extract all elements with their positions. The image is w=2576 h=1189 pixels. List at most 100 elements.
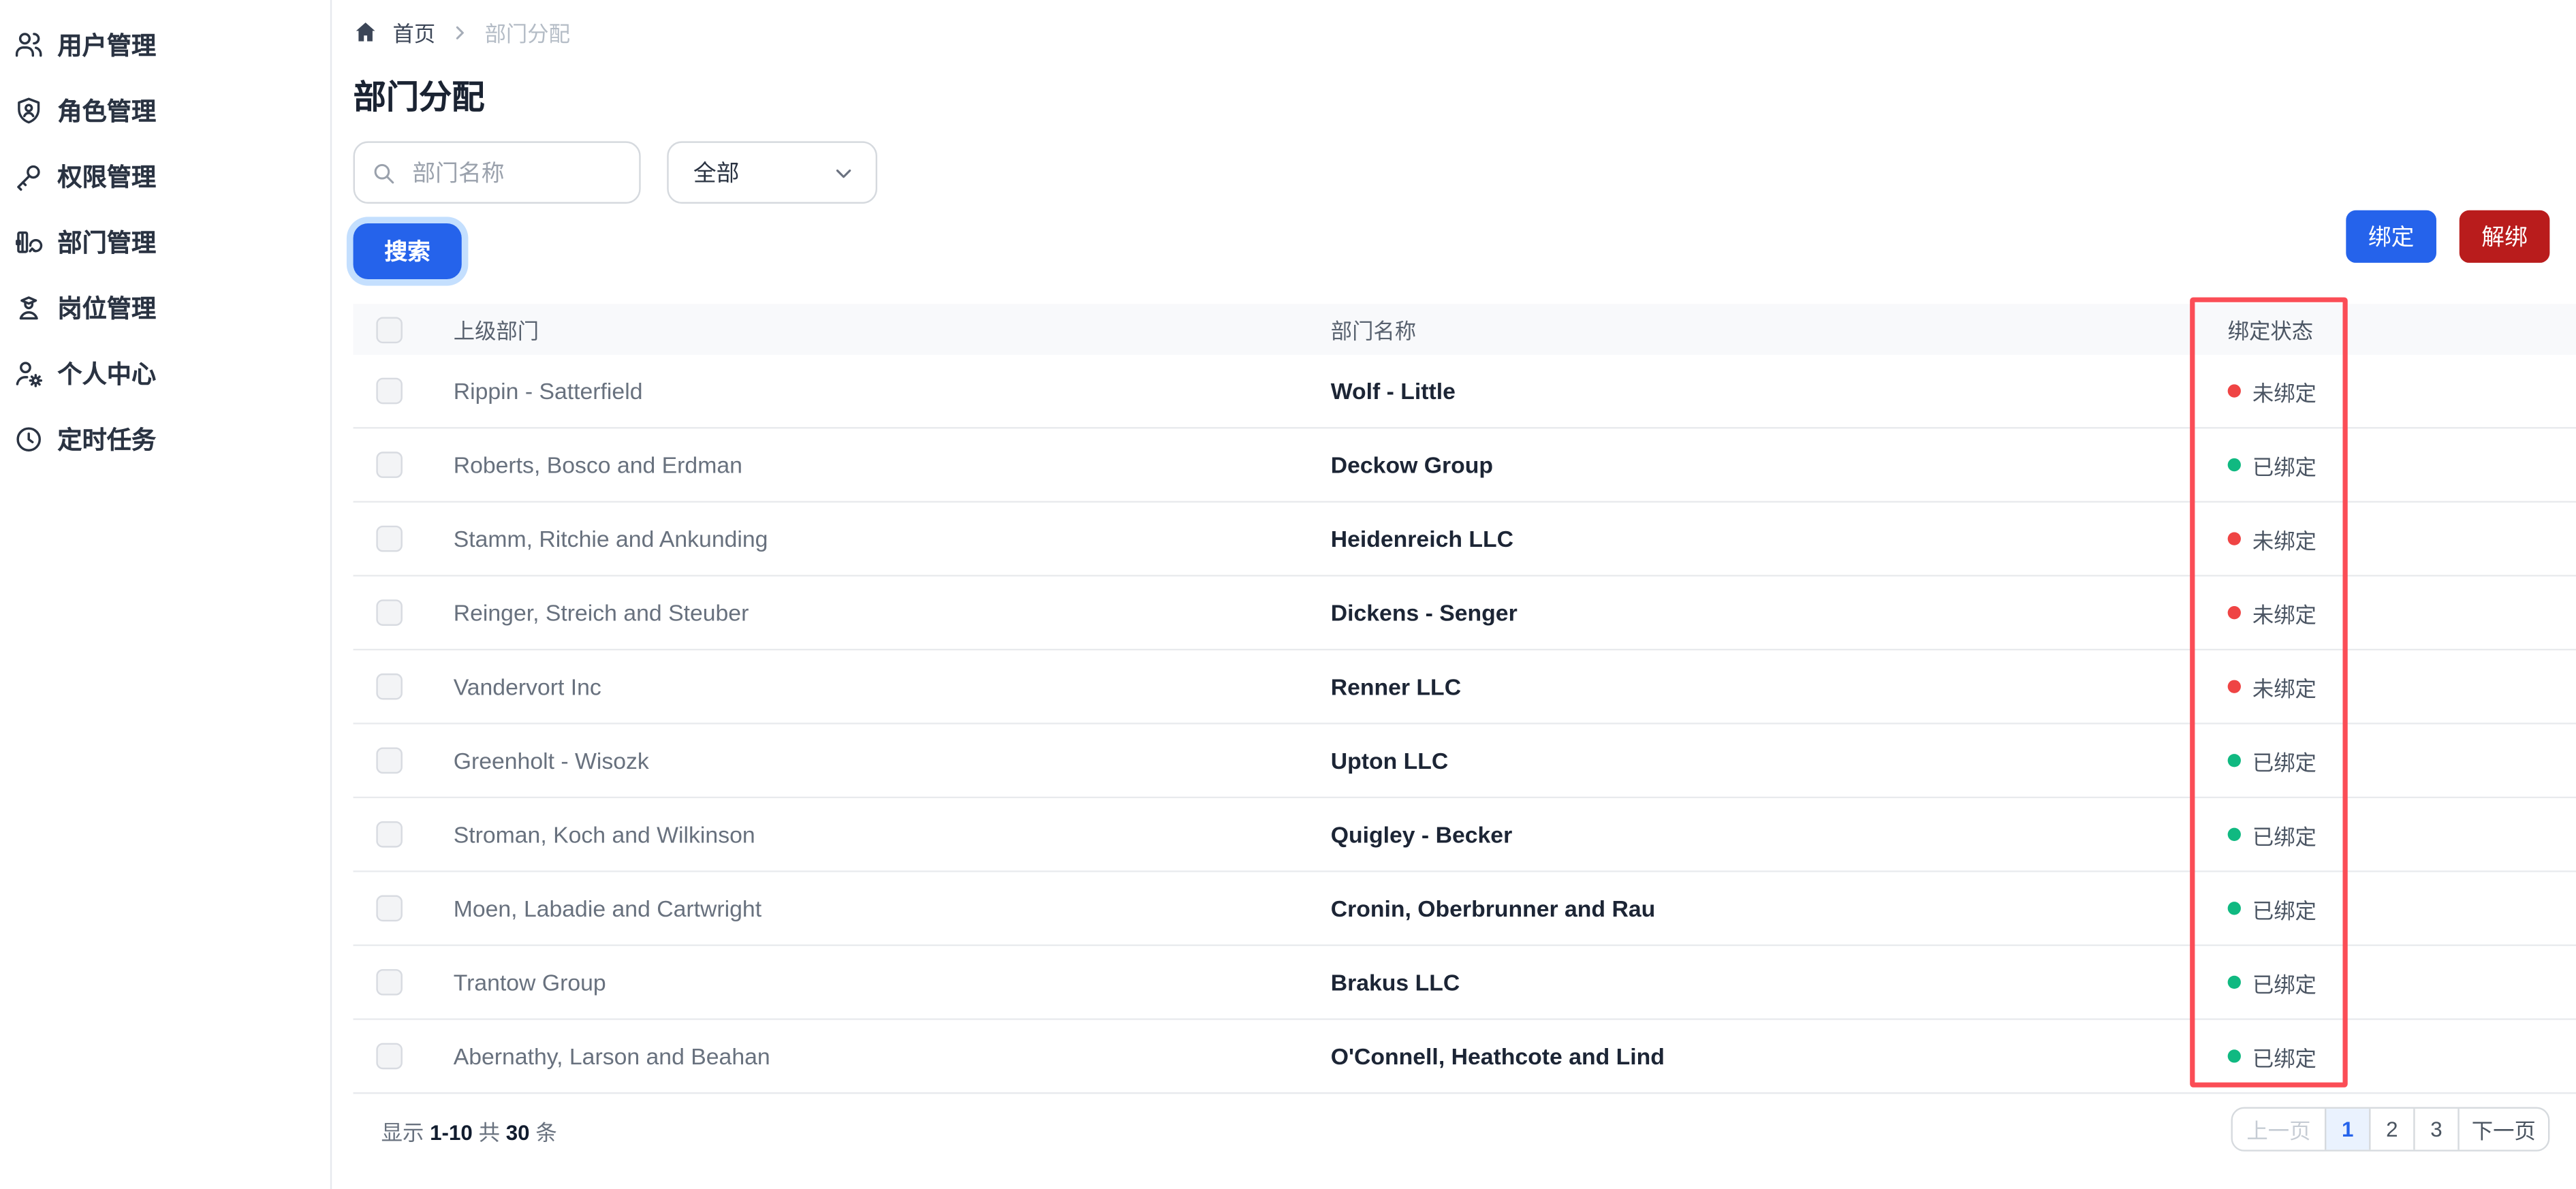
- status-dot-icon: [2227, 680, 2241, 693]
- sidebar-item-personal-center[interactable]: 个人中心: [0, 340, 330, 405]
- pagination: 上一页 1 2 3 下一页: [2231, 1107, 2550, 1152]
- sidebar: 用户管理 角色管理 权限管理 部门管理 岗位管理 个人中心 定时任务: [0, 0, 332, 1189]
- header-binding-status: 绑定状态: [2227, 318, 2314, 344]
- status-label: 已绑定: [2252, 823, 2316, 849]
- table-row[interactable]: Greenholt - Wisozk Upton LLC 已绑定: [353, 724, 2576, 799]
- row-checkbox[interactable]: [376, 451, 403, 478]
- table-row[interactable]: Reinger, Streich and Steuber Dickens - S…: [353, 576, 2576, 651]
- dept-name-cell: Quigley - Becker: [1330, 821, 1513, 848]
- table-row[interactable]: Roberts, Bosco and Erdman Deckow Group 已…: [353, 428, 2576, 503]
- search-button[interactable]: 搜索: [353, 223, 462, 280]
- table-row[interactable]: Vandervort Inc Renner LLC 未绑定: [353, 650, 2576, 725]
- summary-total: 30: [505, 1120, 530, 1145]
- dept-name-cell: Renner LLC: [1330, 673, 1462, 700]
- department-assignment-page: 用户管理 角色管理 权限管理 部门管理 岗位管理 个人中心 定时任务 首页 部门…: [0, 0, 2576, 1189]
- page-1-button[interactable]: 1: [2324, 1109, 2370, 1150]
- dept-name-cell: Upton LLC: [1330, 747, 1449, 774]
- shield-user-icon: [13, 95, 44, 126]
- prev-page-button[interactable]: 上一页: [2232, 1109, 2325, 1150]
- sidebar-item-label: 角色管理: [57, 97, 157, 126]
- row-checkbox[interactable]: [376, 895, 403, 922]
- parent-dept-cell: Moen, Labadie and Cartwright: [453, 895, 762, 922]
- table-row[interactable]: Stamm, Ritchie and Ankunding Heidenreich…: [353, 503, 2576, 577]
- sidebar-item-department-management[interactable]: 部门管理: [0, 208, 330, 274]
- header-department-name: 部门名称: [1330, 318, 1417, 344]
- dept-name-cell: Deckow Group: [1330, 451, 1494, 478]
- page-2-button[interactable]: 2: [2369, 1109, 2414, 1150]
- table-row[interactable]: Moen, Labadie and Cartwright Cronin, Obe…: [353, 872, 2576, 947]
- status-label: 未绑定: [2252, 601, 2316, 627]
- action-buttons: 绑定 解绑: [2346, 210, 2550, 263]
- row-checkbox[interactable]: [376, 525, 403, 552]
- status-cell: 已绑定: [2220, 1041, 2576, 1072]
- table-row[interactable]: Trantow Group Brakus LLC 已绑定: [353, 946, 2576, 1020]
- chevron-down-icon: [833, 162, 854, 183]
- status-label: 未绑定: [2252, 528, 2316, 553]
- table-row[interactable]: Rippin - Satterfield Wolf - Little 未绑定: [353, 354, 2576, 429]
- row-checkbox[interactable]: [376, 821, 403, 848]
- next-page-button[interactable]: 下一页: [2457, 1109, 2548, 1150]
- status-label: 已绑定: [2252, 898, 2316, 923]
- bind-button[interactable]: 绑定: [2346, 210, 2436, 263]
- status-cell: 未绑定: [2220, 375, 2576, 407]
- row-checkbox[interactable]: [376, 673, 403, 700]
- select-all-checkbox[interactable]: [376, 316, 403, 343]
- parent-dept-cell: Reinger, Streich and Steuber: [453, 599, 749, 626]
- breadcrumb-home-link[interactable]: 首页: [392, 16, 435, 48]
- breadcrumb: 首页 部门分配: [354, 16, 570, 48]
- department-name-search-field[interactable]: [353, 141, 641, 204]
- status-label: 已绑定: [2252, 1045, 2316, 1071]
- status-cell: 已绑定: [2220, 966, 2576, 998]
- status-label: 已绑定: [2252, 454, 2316, 479]
- sidebar-item-position-management[interactable]: 岗位管理: [0, 274, 330, 340]
- chevron-right-icon: [452, 24, 468, 40]
- summary-range: 1-10: [430, 1120, 473, 1145]
- row-checkbox[interactable]: [376, 377, 403, 405]
- table-row[interactable]: Abernathy, Larson and Beahan O'Connell, …: [353, 1019, 2576, 1094]
- parent-dept-cell: Stamm, Ritchie and Ankunding: [453, 525, 768, 552]
- summary-total-label: 共: [478, 1120, 500, 1145]
- dept-name-cell: Dickens - Senger: [1330, 599, 1518, 626]
- status-cell: 已绑定: [2220, 819, 2576, 850]
- status-dot-icon: [2227, 754, 2241, 767]
- sidebar-item-user-management[interactable]: 用户管理: [0, 12, 330, 77]
- home-icon[interactable]: [354, 20, 378, 44]
- status-label: 未绑定: [2252, 380, 2316, 405]
- table-header-row: 上级部门 部门名称 绑定状态: [353, 304, 2576, 355]
- status-dot-icon: [2227, 606, 2241, 620]
- sidebar-item-scheduled-tasks[interactable]: 定时任务: [0, 406, 330, 471]
- row-checkbox[interactable]: [376, 599, 403, 626]
- main-content: 首页 部门分配 部门分配 全部 搜索 绑定 解绑 上级部门 部门名称: [332, 0, 2576, 1189]
- page-3-button[interactable]: 3: [2413, 1109, 2458, 1150]
- row-checkbox[interactable]: [376, 1043, 403, 1070]
- sidebar-item-permission-management[interactable]: 权限管理: [0, 143, 330, 208]
- department-icon: [13, 226, 44, 257]
- search-icon: [371, 160, 396, 185]
- status-dot-icon: [2227, 827, 2241, 841]
- status-cell: 未绑定: [2220, 597, 2576, 629]
- table-row[interactable]: Stroman, Koch and Wilkinson Quigley - Be…: [353, 798, 2576, 872]
- dept-name-cell: Brakus LLC: [1330, 969, 1460, 996]
- sidebar-item-role-management[interactable]: 角色管理: [0, 77, 330, 142]
- status-filter-value: 全部: [693, 159, 740, 186]
- parent-dept-cell: Trantow Group: [453, 969, 606, 996]
- dept-name-cell: Cronin, Oberbrunner and Rau: [1330, 895, 1656, 922]
- clock-icon: [13, 423, 44, 454]
- parent-dept-cell: Greenholt - Wisozk: [453, 747, 649, 774]
- status-cell: 未绑定: [2220, 671, 2576, 702]
- parent-dept-cell: Vandervort Inc: [453, 673, 601, 700]
- summary-show-label: 显示: [381, 1120, 424, 1145]
- parent-dept-cell: Stroman, Koch and Wilkinson: [453, 821, 755, 848]
- position-icon: [13, 291, 44, 323]
- parent-dept-cell: Roberts, Bosco and Erdman: [453, 451, 742, 478]
- unbind-button[interactable]: 解绑: [2459, 210, 2550, 263]
- status-filter-select[interactable]: 全部: [667, 141, 878, 204]
- status-label: 已绑定: [2252, 750, 2316, 775]
- row-checkbox[interactable]: [376, 969, 403, 996]
- status-dot-icon: [2227, 902, 2241, 915]
- row-checkbox[interactable]: [376, 747, 403, 774]
- dept-name-cell: O'Connell, Heathcote and Lind: [1330, 1043, 1665, 1070]
- dept-name-cell: Heidenreich LLC: [1330, 525, 1514, 552]
- status-dot-icon: [2227, 384, 2241, 398]
- search-input[interactable]: [409, 157, 623, 187]
